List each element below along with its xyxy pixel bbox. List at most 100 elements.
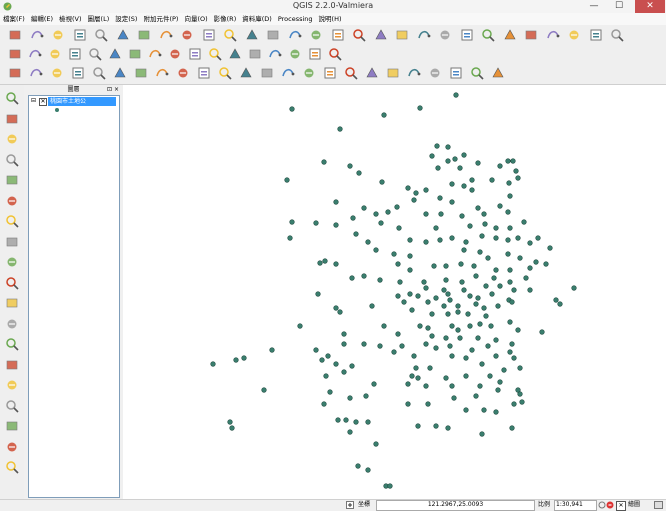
map-point[interactable] [521, 219, 527, 225]
map-tips-icon[interactable] [503, 28, 517, 42]
map-point[interactable] [353, 419, 359, 425]
georeferencer-icon[interactable] [5, 419, 19, 433]
map-point[interactable] [391, 251, 397, 257]
map-point[interactable] [505, 237, 511, 243]
map-point[interactable] [506, 180, 512, 186]
map-point[interactable] [495, 303, 501, 309]
map-point[interactable] [455, 303, 461, 309]
measure-icon[interactable] [395, 28, 409, 42]
map-point[interactable] [407, 267, 413, 273]
map-point[interactable] [425, 325, 431, 331]
map-point[interactable] [325, 353, 331, 359]
map-point[interactable] [463, 239, 469, 245]
add-postgis-layer-icon[interactable] [5, 132, 19, 146]
map-point[interactable] [373, 211, 379, 217]
map-point[interactable] [455, 327, 461, 333]
map-point[interactable] [425, 299, 431, 305]
map-point[interactable] [571, 285, 577, 291]
map-point[interactable] [510, 158, 516, 164]
delete-part-icon[interactable] [155, 66, 169, 80]
map-point[interactable] [463, 355, 469, 361]
map-point[interactable] [289, 106, 295, 112]
add-ring-icon[interactable] [71, 66, 85, 80]
map-point[interactable] [396, 225, 402, 231]
zoom-actual-icon[interactable] [223, 28, 237, 42]
map-point[interactable] [233, 357, 239, 363]
map-point[interactable] [423, 211, 429, 217]
reshape-icon[interactable] [176, 66, 190, 80]
map-point[interactable] [479, 361, 485, 367]
map-point[interactable] [511, 401, 517, 407]
map-point[interactable] [353, 231, 359, 237]
map-point[interactable] [349, 275, 355, 281]
minimize-button[interactable]: — [583, 0, 605, 13]
map-point[interactable] [423, 187, 429, 193]
map-point[interactable] [407, 253, 413, 259]
text-annotation-icon[interactable] [567, 28, 581, 42]
map-point[interactable] [337, 309, 343, 315]
map-point[interactable] [493, 337, 499, 343]
map-point[interactable] [457, 165, 463, 171]
map-point[interactable] [333, 261, 339, 267]
map-point[interactable] [438, 211, 444, 217]
add-part-icon[interactable] [92, 66, 106, 80]
map-point[interactable] [394, 204, 400, 210]
map-point[interactable] [341, 331, 347, 337]
map-point[interactable] [415, 293, 421, 299]
map-point[interactable] [493, 353, 499, 359]
map-point[interactable] [387, 483, 393, 489]
add-mssql-layer-icon[interactable] [5, 173, 19, 187]
pan-to-selection-icon[interactable] [159, 28, 173, 42]
save-project-icon[interactable] [51, 28, 65, 42]
map-point[interactable] [399, 343, 405, 349]
add-gpx-icon[interactable] [5, 296, 19, 310]
map-point[interactable] [333, 199, 339, 205]
heatmap-icon[interactable] [428, 66, 442, 80]
map-point[interactable] [517, 391, 523, 397]
map-point[interactable] [350, 215, 356, 221]
map-point[interactable] [441, 303, 447, 309]
map-point[interactable] [434, 143, 440, 149]
map-point[interactable] [463, 407, 469, 413]
map-point[interactable] [449, 181, 455, 187]
map-point[interactable] [475, 335, 481, 341]
map-point[interactable] [455, 309, 461, 315]
map-point[interactable] [413, 365, 419, 371]
map-canvas[interactable] [123, 85, 666, 499]
map-point[interactable] [507, 267, 513, 273]
pan-icon[interactable] [137, 28, 151, 42]
map-point[interactable] [405, 381, 411, 387]
road-graph-icon[interactable] [5, 440, 19, 454]
map-point[interactable] [515, 175, 521, 181]
save-edits-icon[interactable] [48, 47, 62, 61]
map-point[interactable] [381, 112, 387, 118]
offset-curve-icon[interactable] [197, 66, 211, 80]
merge-features-icon[interactable] [260, 66, 274, 80]
zoom-to-layer-icon[interactable] [288, 28, 302, 42]
map-point[interactable] [507, 193, 513, 199]
map-point[interactable] [505, 209, 511, 215]
map-point[interactable] [495, 387, 501, 393]
menu-settings[interactable]: 設定(S) [112, 13, 140, 24]
map-point[interactable] [385, 209, 391, 215]
map-point[interactable] [451, 395, 457, 401]
map-point[interactable] [363, 393, 369, 399]
map-point[interactable] [457, 335, 463, 341]
map-point[interactable] [429, 153, 435, 159]
split-parts-icon[interactable] [239, 66, 253, 80]
label-highlight-icon[interactable] [328, 47, 342, 61]
add-spatialite-layer-icon[interactable] [5, 153, 19, 167]
map-point[interactable] [421, 279, 427, 285]
menu-view[interactable]: 檢視(V) [56, 13, 85, 24]
map-point[interactable] [543, 261, 549, 267]
render-checkbox[interactable]: ✕ [616, 501, 626, 511]
node-tool-icon[interactable] [108, 47, 122, 61]
coordinate-field[interactable]: 121.2967,25.0093 [376, 500, 535, 511]
map-point[interactable] [533, 259, 539, 265]
map-point[interactable] [284, 177, 290, 183]
map-point[interactable] [527, 265, 533, 271]
map-point[interactable] [519, 399, 525, 405]
map-point[interactable] [501, 367, 507, 373]
map-point[interactable] [411, 197, 417, 203]
map-point[interactable] [210, 361, 216, 367]
